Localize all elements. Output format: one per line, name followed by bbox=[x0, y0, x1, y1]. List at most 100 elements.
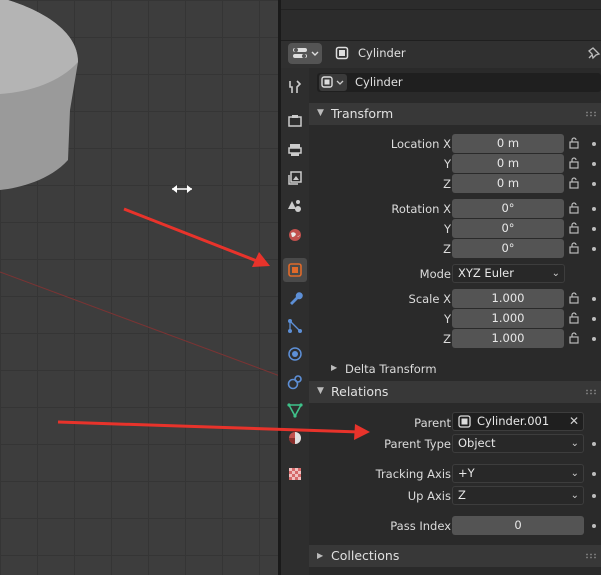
animate-dot-icon[interactable] bbox=[592, 524, 596, 528]
rotation-z-field[interactable]: 0° bbox=[452, 239, 564, 258]
animate-dot-icon[interactable] bbox=[592, 337, 596, 341]
delta-transform-title: Delta Transform bbox=[345, 362, 437, 376]
animate-dot-icon[interactable] bbox=[592, 247, 596, 251]
lock-icon[interactable] bbox=[569, 202, 579, 214]
lock-icon[interactable] bbox=[569, 157, 579, 169]
tab-constraints[interactable] bbox=[283, 370, 307, 394]
render-icon bbox=[288, 115, 302, 127]
object-properties-panel: Cylinder ▼ Transform Location X 0 m Y 0 … bbox=[309, 68, 601, 575]
lock-icon[interactable] bbox=[569, 312, 579, 324]
object-icon bbox=[288, 263, 302, 277]
location-y-field[interactable]: 0 m bbox=[452, 154, 564, 173]
3d-viewport[interactable] bbox=[0, 0, 280, 575]
lock-icon[interactable] bbox=[569, 292, 579, 304]
animate-dot-icon[interactable] bbox=[592, 297, 596, 301]
rotation-x-field[interactable]: 0° bbox=[452, 199, 564, 218]
collections-panel-header[interactable]: ▶ Collections bbox=[309, 545, 601, 567]
tool-icon bbox=[289, 80, 302, 93]
chevron-down-icon: ⌄ bbox=[570, 438, 579, 449]
material-icon bbox=[289, 432, 301, 444]
chevron-down-icon: ⌄ bbox=[551, 268, 560, 279]
rotation-y-label: Y bbox=[443, 222, 451, 236]
scale-z-field[interactable]: 1.000 bbox=[452, 329, 564, 348]
object-icon bbox=[321, 76, 344, 88]
location-z-field[interactable]: 0 m bbox=[452, 174, 564, 193]
tab-data[interactable] bbox=[283, 398, 307, 422]
parent-field[interactable]: Cylinder.001 ✕ bbox=[452, 412, 584, 431]
tab-object[interactable] bbox=[283, 258, 307, 282]
animate-dot-icon[interactable] bbox=[592, 442, 596, 446]
object-type-dropdown[interactable] bbox=[319, 74, 347, 91]
chevron-down-icon: ⌄ bbox=[570, 468, 579, 479]
tab-render[interactable] bbox=[283, 109, 307, 133]
scale-z-row: Z 1.000 bbox=[309, 329, 601, 349]
texture-icon bbox=[289, 468, 301, 480]
close-icon[interactable]: ✕ bbox=[569, 413, 579, 430]
tab-world[interactable] bbox=[283, 223, 307, 247]
relations-panel-header[interactable]: ▼ Relations bbox=[309, 381, 601, 403]
transform-panel-header[interactable]: ▼ Transform bbox=[309, 103, 601, 125]
animate-dot-icon[interactable] bbox=[592, 182, 596, 186]
location-y-label: Y bbox=[443, 157, 451, 171]
location-y-row: Y 0 m bbox=[309, 154, 601, 174]
lock-icon[interactable] bbox=[569, 222, 579, 234]
lock-icon[interactable] bbox=[569, 332, 579, 344]
location-x-label: Location X bbox=[390, 137, 451, 151]
parent-type-dropdown[interactable]: Object ⌄ bbox=[452, 434, 584, 453]
scale-x-field[interactable]: 1.000 bbox=[452, 289, 564, 308]
object-name-field[interactable]: Cylinder bbox=[355, 75, 403, 89]
animate-dot-icon[interactable] bbox=[592, 227, 596, 231]
editor-type-button[interactable] bbox=[288, 43, 322, 64]
tab-tool[interactable] bbox=[283, 75, 307, 99]
lock-icon[interactable] bbox=[569, 137, 579, 149]
object-selector[interactable]: Cylinder bbox=[317, 73, 601, 92]
animate-dot-icon[interactable] bbox=[592, 472, 596, 476]
scene-icon bbox=[288, 200, 301, 212]
drag-grip-icon[interactable] bbox=[585, 553, 597, 559]
parent-type-row: Parent Type Object ⌄ bbox=[309, 434, 601, 454]
tab-view-layer[interactable] bbox=[283, 166, 307, 190]
location-x-field[interactable]: 0 m bbox=[452, 134, 564, 153]
world-icon bbox=[289, 229, 301, 241]
object-icon bbox=[458, 415, 471, 428]
scale-y-field[interactable]: 1.000 bbox=[452, 309, 564, 328]
outliner-area bbox=[281, 0, 601, 40]
animate-dot-icon[interactable] bbox=[592, 317, 596, 321]
tab-physics[interactable] bbox=[283, 342, 307, 366]
up-axis-dropdown[interactable]: Z ⌄ bbox=[452, 486, 584, 505]
rotation-mode-dropdown[interactable]: XYZ Euler ⌄ bbox=[452, 264, 565, 283]
rotation-z-row: Z 0° bbox=[309, 239, 601, 259]
animate-dot-icon[interactable] bbox=[592, 142, 596, 146]
tab-material[interactable] bbox=[283, 426, 307, 450]
scale-x-row: Scale X 1.000 bbox=[309, 289, 601, 309]
rotation-y-field[interactable]: 0° bbox=[452, 219, 564, 238]
tab-modifiers[interactable] bbox=[283, 286, 307, 310]
delta-transform-subpanel[interactable]: ▶ Delta Transform bbox=[309, 360, 601, 378]
drag-grip-icon[interactable] bbox=[585, 111, 597, 117]
lock-icon[interactable] bbox=[569, 177, 579, 189]
scale-x-label: Scale X bbox=[408, 292, 451, 306]
pass-index-field[interactable]: 0 bbox=[452, 516, 584, 535]
animate-dot-icon[interactable] bbox=[592, 162, 596, 166]
parent-type-value: Object bbox=[458, 436, 496, 450]
tracking-axis-row: Tracking Axis +Y ⌄ bbox=[309, 464, 601, 484]
expand-triangle-icon: ▶ bbox=[317, 551, 324, 560]
lock-icon[interactable] bbox=[569, 242, 579, 254]
pass-index-label: Pass Index bbox=[390, 519, 451, 533]
location-x-row: Location X 0 m bbox=[309, 134, 601, 154]
animate-dot-icon[interactable] bbox=[592, 207, 596, 211]
animate-dot-icon[interactable] bbox=[592, 494, 596, 498]
mesh-data-icon bbox=[287, 403, 303, 418]
tab-scene[interactable] bbox=[283, 194, 307, 218]
drag-grip-icon[interactable] bbox=[585, 389, 597, 395]
tab-output[interactable] bbox=[283, 138, 307, 162]
tab-particles[interactable] bbox=[283, 314, 307, 338]
tab-texture[interactable] bbox=[283, 462, 307, 486]
parent-value: Cylinder.001 bbox=[477, 414, 550, 428]
up-axis-label: Up Axis bbox=[407, 489, 451, 503]
parent-row: Parent Cylinder.001 ✕ bbox=[309, 412, 601, 433]
pin-icon[interactable] bbox=[587, 46, 601, 60]
relations-title: Relations bbox=[331, 384, 389, 399]
rotation-z-label: Z bbox=[443, 242, 451, 256]
tracking-axis-dropdown[interactable]: +Y ⌄ bbox=[452, 464, 584, 483]
